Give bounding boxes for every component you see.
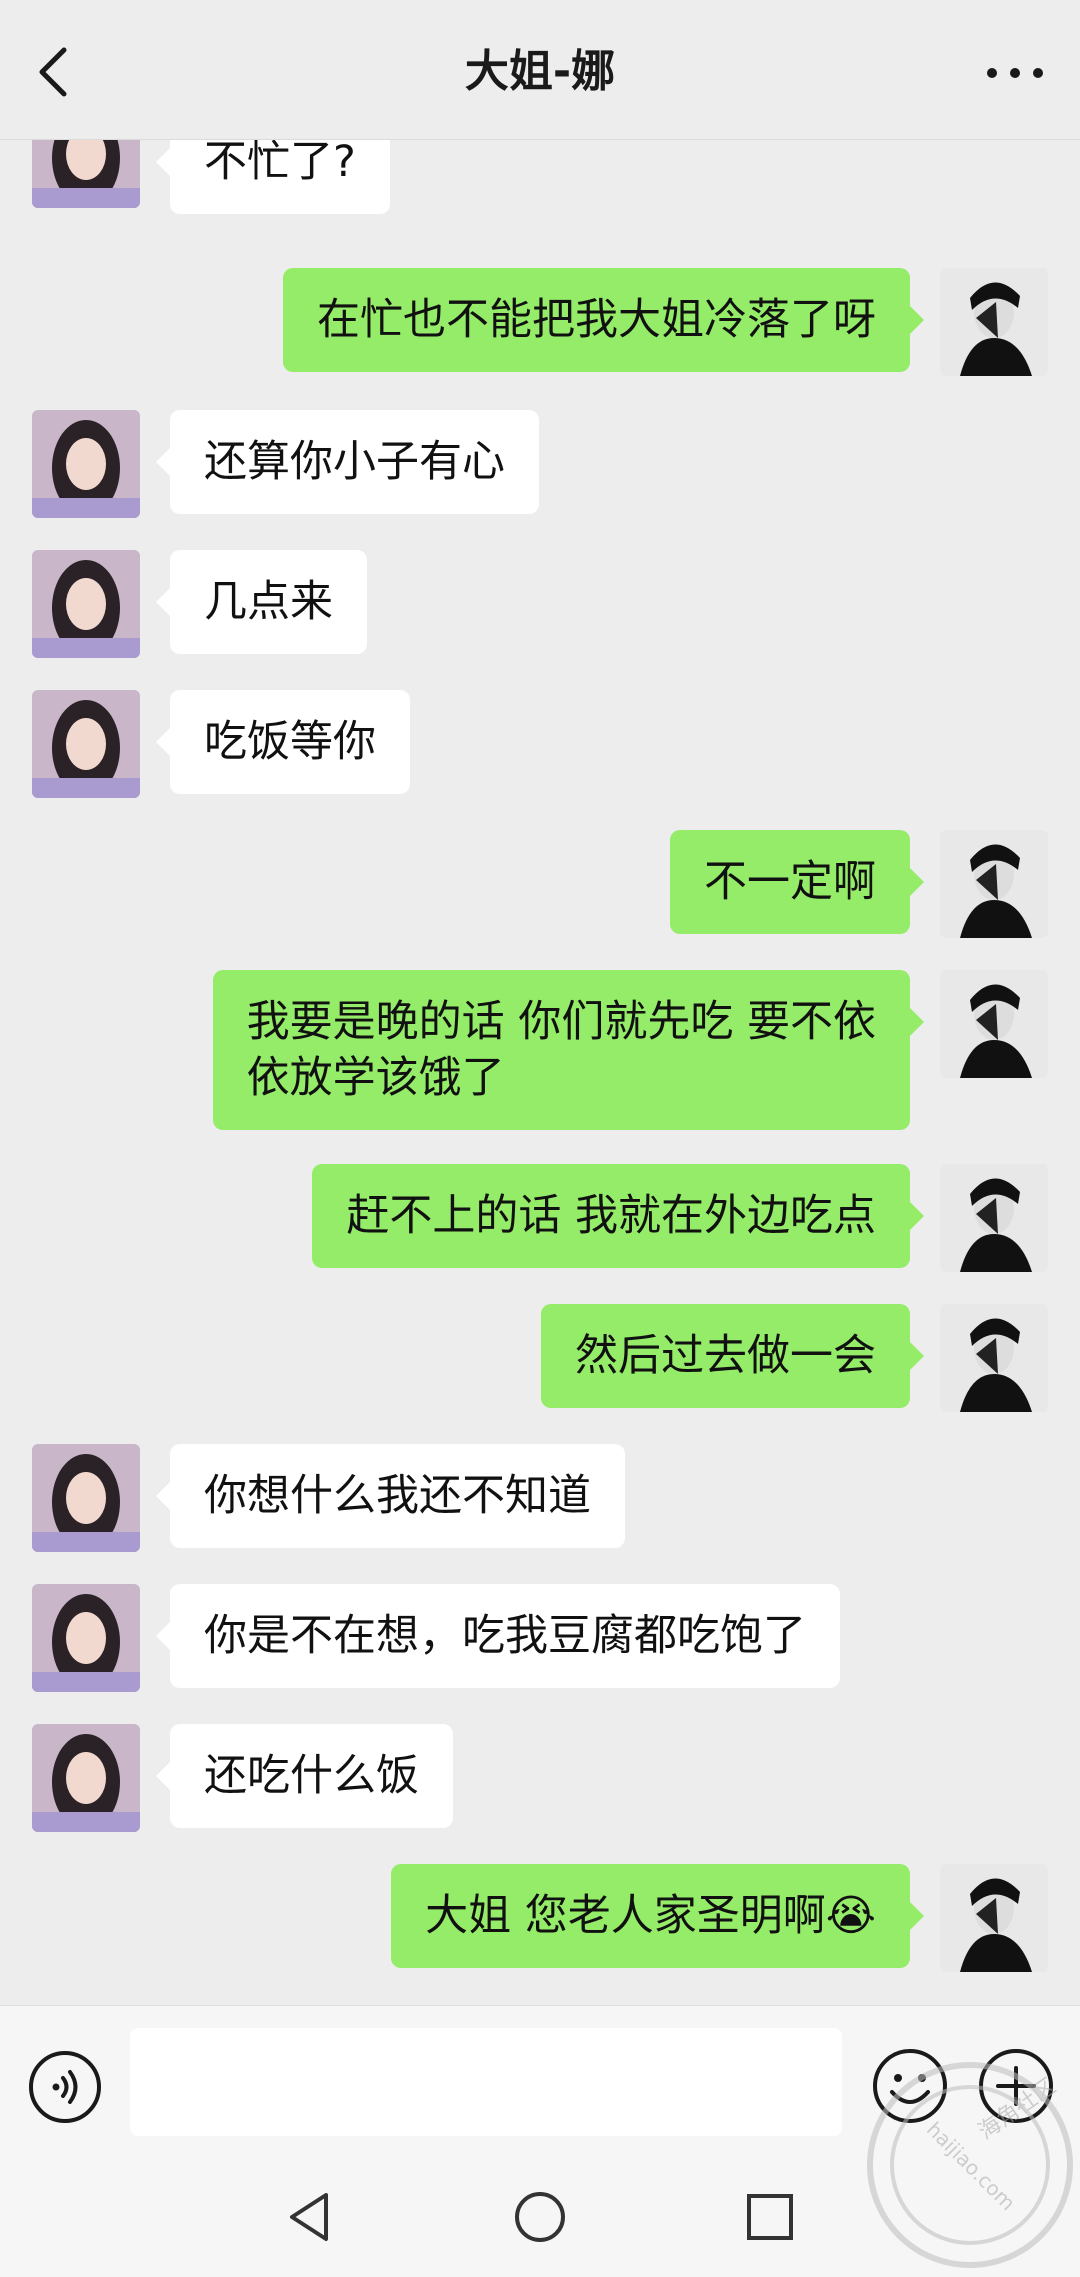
my-avatar[interactable] bbox=[940, 1164, 1048, 1272]
contact-avatar[interactable] bbox=[32, 690, 140, 798]
square-recent-icon[interactable] bbox=[740, 2187, 800, 2247]
watermark-text-top: 海角社区 bbox=[974, 2074, 1060, 2145]
circle-home-icon[interactable] bbox=[510, 2187, 570, 2247]
message-bubble[interactable]: 我要是晚的话 你们就先吃 要不依 依放学该饿了 bbox=[212, 970, 925, 1130]
message-bubble[interactable]: 大姐 您老人家圣明啊😭 bbox=[391, 1864, 924, 1968]
message-bubble[interactable]: 你想什么我还不知道 bbox=[156, 1444, 625, 1548]
chat-header: 大姐-娜 bbox=[0, 0, 1080, 140]
message-input[interactable] bbox=[130, 2028, 842, 2136]
contact-avatar[interactable] bbox=[32, 410, 140, 518]
contact-avatar[interactable] bbox=[32, 550, 140, 658]
message-bubble[interactable]: 还吃什么饭 bbox=[156, 1724, 453, 1828]
message-bubble[interactable]: 不一定啊 bbox=[670, 830, 924, 934]
my-avatar[interactable] bbox=[940, 268, 1048, 376]
my-avatar[interactable] bbox=[940, 830, 1048, 938]
message-bubble[interactable]: 几点来 bbox=[156, 550, 367, 654]
my-avatar[interactable] bbox=[940, 1304, 1048, 1412]
my-avatar[interactable] bbox=[940, 970, 1048, 1078]
contact-avatar[interactable] bbox=[32, 1444, 140, 1552]
triangle-back-icon[interactable] bbox=[280, 2187, 340, 2247]
message-bubble[interactable]: 你是不在想，吃我豆腐都吃饱了 bbox=[156, 1584, 840, 1688]
ellipsis-icon[interactable] bbox=[980, 48, 1050, 98]
message-bubble[interactable]: 赶不上的话 我就在外边吃点 bbox=[312, 1164, 924, 1268]
message-bubble[interactable]: 还算你小子有心 bbox=[156, 410, 539, 514]
message-bubble[interactable]: 吃饭等你 bbox=[156, 690, 410, 794]
message-list[interactable]: 不忙了? 在忙也不能把我大姐冷落了呀 还算你小子有心 几点来 吃饭等你 不一定啊 bbox=[0, 140, 1080, 2005]
message-bubble[interactable]: 不忙了? bbox=[156, 140, 390, 214]
watermark-logo: 海角社区 haijiao.com bbox=[867, 2062, 1073, 2268]
message-bubble[interactable]: 在忙也不能把我大姐冷落了呀 bbox=[283, 268, 924, 372]
contact-avatar[interactable] bbox=[32, 1584, 140, 1692]
my-avatar[interactable] bbox=[940, 1864, 1048, 1972]
contact-avatar[interactable] bbox=[32, 1724, 140, 1832]
voice-icon[interactable] bbox=[28, 2050, 102, 2124]
contact-avatar[interactable] bbox=[32, 140, 140, 208]
chat-title: 大姐-娜 bbox=[464, 46, 616, 97]
message-bubble[interactable]: 然后过去做一会 bbox=[541, 1304, 924, 1408]
